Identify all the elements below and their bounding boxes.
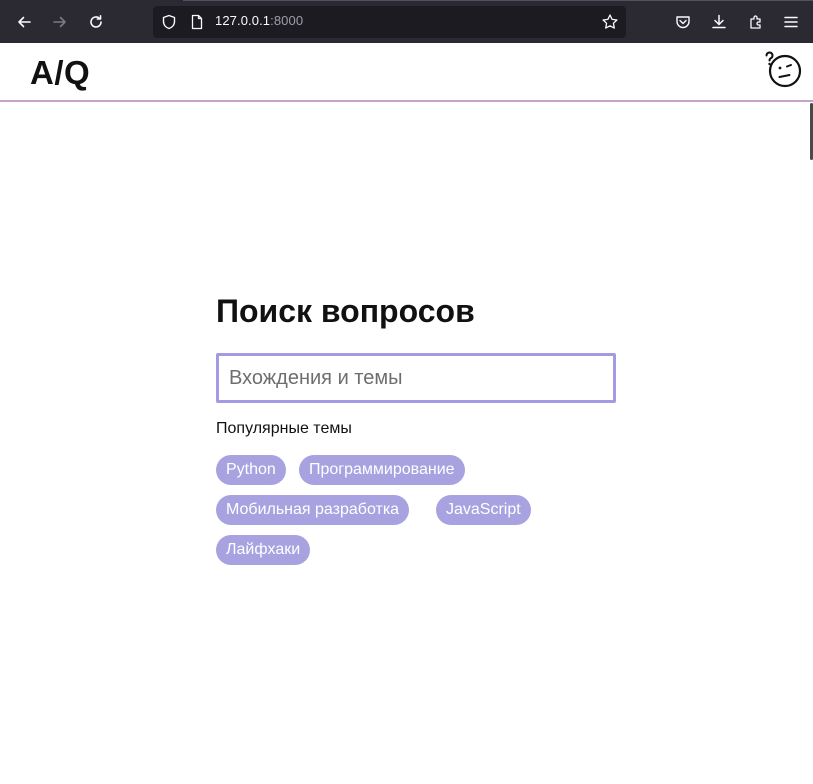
hamburger-menu-icon [784, 16, 798, 28]
site-logo[interactable]: A/Q [30, 54, 90, 92]
site-header: A/Q [0, 43, 813, 102]
arrow-right-icon [53, 16, 66, 28]
downloads-button[interactable] [707, 10, 731, 34]
search-input[interactable] [216, 353, 616, 403]
extensions-button[interactable] [744, 10, 768, 34]
address-bar[interactable]: 127.0.0.1:8000 [153, 6, 626, 38]
shield-icon[interactable] [161, 14, 177, 30]
pocket-button[interactable] [671, 10, 695, 34]
arrow-left-icon [18, 16, 31, 28]
tag-javascript[interactable]: JavaScript [436, 495, 531, 525]
page-info-icon[interactable] [189, 14, 205, 30]
page-title: Поиск вопросов [216, 293, 475, 329]
puzzle-icon [750, 15, 761, 29]
url-host: 127.0.0.1 [215, 13, 271, 28]
download-icon [712, 14, 726, 29]
popular-topics-label: Популярные темы [216, 420, 352, 437]
tag-programming[interactable]: Программирование [299, 455, 465, 485]
pocket-icon [676, 16, 690, 29]
reload-icon [90, 15, 102, 28]
menu-button[interactable] [779, 10, 803, 34]
forward-button[interactable] [48, 10, 72, 34]
reload-button[interactable] [84, 10, 108, 34]
tag-lifehacks[interactable]: Лайфхаки [216, 535, 311, 565]
tag-python[interactable]: Python [216, 455, 286, 485]
confused-face-icon[interactable] [764, 49, 804, 89]
back-button[interactable] [12, 10, 36, 34]
bookmark-star-icon[interactable] [601, 13, 619, 31]
browser-toolbar: 127.0.0.1:8000 [0, 0, 813, 43]
url-port: :8000 [270, 13, 304, 28]
tag-mobile-development[interactable]: Мобильная разработка [216, 495, 410, 525]
tab-strip-edge [183, 0, 813, 1]
url-text[interactable]: 127.0.0.1:8000 [215, 13, 303, 28]
